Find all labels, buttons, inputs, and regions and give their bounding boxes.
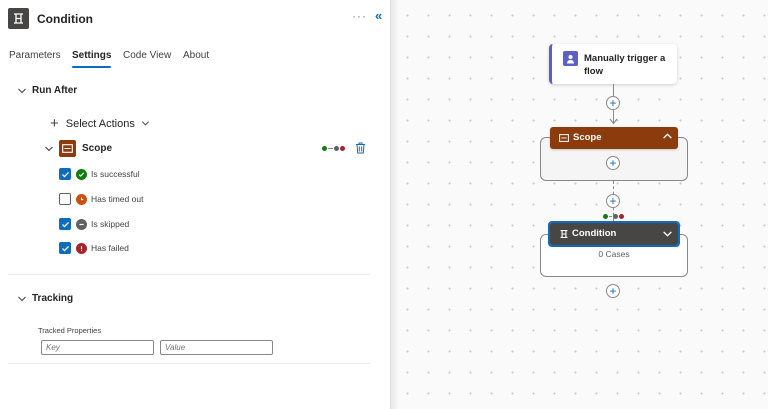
collapse-panel-icon[interactable]: « bbox=[375, 8, 382, 23]
chevron-down-icon[interactable] bbox=[44, 144, 54, 154]
checkbox[interactable] bbox=[59, 218, 71, 230]
failed-dot bbox=[340, 146, 345, 151]
plus-icon: + bbox=[609, 194, 617, 208]
dot-separator bbox=[609, 216, 612, 217]
status-is-successful[interactable]: Is successful bbox=[59, 167, 140, 181]
tab-code-view[interactable]: Code View bbox=[123, 50, 171, 65]
dot-separator bbox=[328, 148, 333, 149]
panel-tabs: Parameters Settings Code View About bbox=[0, 50, 391, 70]
tracked-properties-label: Tracked Properties bbox=[38, 326, 102, 335]
scope-icon bbox=[559, 134, 569, 142]
check-circle-icon bbox=[76, 168, 87, 180]
run-after-heading: Run After bbox=[32, 85, 78, 96]
select-actions-label: Select Actions bbox=[65, 117, 135, 130]
scope-label: Scope bbox=[573, 132, 602, 143]
status-label: Is skipped bbox=[91, 219, 130, 229]
plus-icon: + bbox=[609, 284, 617, 298]
tab-parameters[interactable]: Parameters bbox=[9, 50, 61, 65]
more-options-icon[interactable]: ··· bbox=[352, 9, 367, 23]
plus-icon: + bbox=[609, 96, 617, 110]
successful-dot bbox=[322, 146, 327, 151]
plus-icon: + bbox=[609, 156, 617, 170]
successful-dot bbox=[603, 214, 608, 219]
failed-dot bbox=[619, 214, 624, 219]
scope-card[interactable]: Scope bbox=[550, 127, 678, 149]
add-action-button[interactable]: + bbox=[606, 194, 620, 208]
chevron-up-icon[interactable] bbox=[662, 131, 673, 142]
panel-shadow bbox=[391, 0, 399, 409]
chevron-down-icon bbox=[141, 121, 149, 126]
run-after-action-name: Scope bbox=[82, 143, 113, 154]
condition-card[interactable]: Condition bbox=[548, 221, 680, 247]
condition-icon bbox=[8, 8, 29, 29]
tab-about[interactable]: About bbox=[183, 50, 209, 65]
status-label: Has timed out bbox=[91, 194, 144, 204]
run-after-action-row: Scope bbox=[44, 140, 370, 158]
run-after-section-toggle[interactable]: Run After bbox=[17, 85, 77, 96]
status-label: Has failed bbox=[91, 243, 129, 253]
run-after-status-dots bbox=[603, 214, 624, 219]
add-action-button[interactable]: + bbox=[606, 284, 620, 298]
section-divider bbox=[8, 363, 370, 364]
condition-label: Condition bbox=[572, 228, 617, 239]
checkbox[interactable] bbox=[59, 242, 71, 254]
status-has-failed[interactable]: Has failed bbox=[59, 241, 129, 255]
section-divider bbox=[8, 274, 370, 275]
chevron-down-icon[interactable] bbox=[662, 228, 673, 239]
trigger-label: Manually trigger a flow bbox=[584, 53, 666, 77]
run-after-status-dots bbox=[322, 146, 345, 151]
trigger-card[interactable]: Manually trigger a flow bbox=[549, 44, 677, 84]
add-action-in-scope-button[interactable]: + bbox=[606, 156, 620, 170]
tracking-heading: Tracking bbox=[32, 293, 74, 304]
manual-trigger-icon bbox=[563, 51, 578, 66]
panel-header: Condition ··· « bbox=[0, 0, 391, 38]
chevron-down-icon bbox=[18, 88, 26, 93]
condition-icon bbox=[560, 230, 568, 238]
tracked-property-value-input[interactable] bbox=[160, 340, 273, 355]
skip-icon bbox=[76, 218, 87, 230]
tab-settings[interactable]: Settings bbox=[72, 50, 112, 68]
status-label: Is successful bbox=[91, 169, 140, 179]
add-action-button[interactable]: + bbox=[606, 96, 620, 110]
delete-icon[interactable] bbox=[355, 142, 366, 154]
status-is-skipped[interactable]: Is skipped bbox=[59, 217, 129, 231]
select-actions-button[interactable]: + Select Actions bbox=[50, 116, 150, 131]
status-has-timed-out[interactable]: Has timed out bbox=[59, 192, 143, 206]
arrow-down-icon bbox=[609, 118, 618, 125]
checkbox[interactable] bbox=[59, 193, 71, 205]
checkbox[interactable] bbox=[59, 168, 71, 180]
scope-icon bbox=[59, 140, 76, 157]
tracking-section-toggle[interactable]: Tracking bbox=[17, 293, 73, 304]
tracked-property-key-input[interactable] bbox=[41, 340, 154, 355]
skipped-dot bbox=[334, 146, 339, 151]
chevron-down-icon bbox=[18, 296, 26, 301]
panel-title: Condition bbox=[37, 12, 93, 26]
cases-count: 0 Cases bbox=[598, 249, 630, 259]
add-icon: + bbox=[50, 115, 59, 132]
skipped-dot bbox=[613, 214, 618, 219]
properties-panel: Condition ··· « Parameters Settings Code… bbox=[0, 0, 391, 409]
clock-icon bbox=[76, 193, 87, 205]
error-icon bbox=[76, 242, 87, 254]
